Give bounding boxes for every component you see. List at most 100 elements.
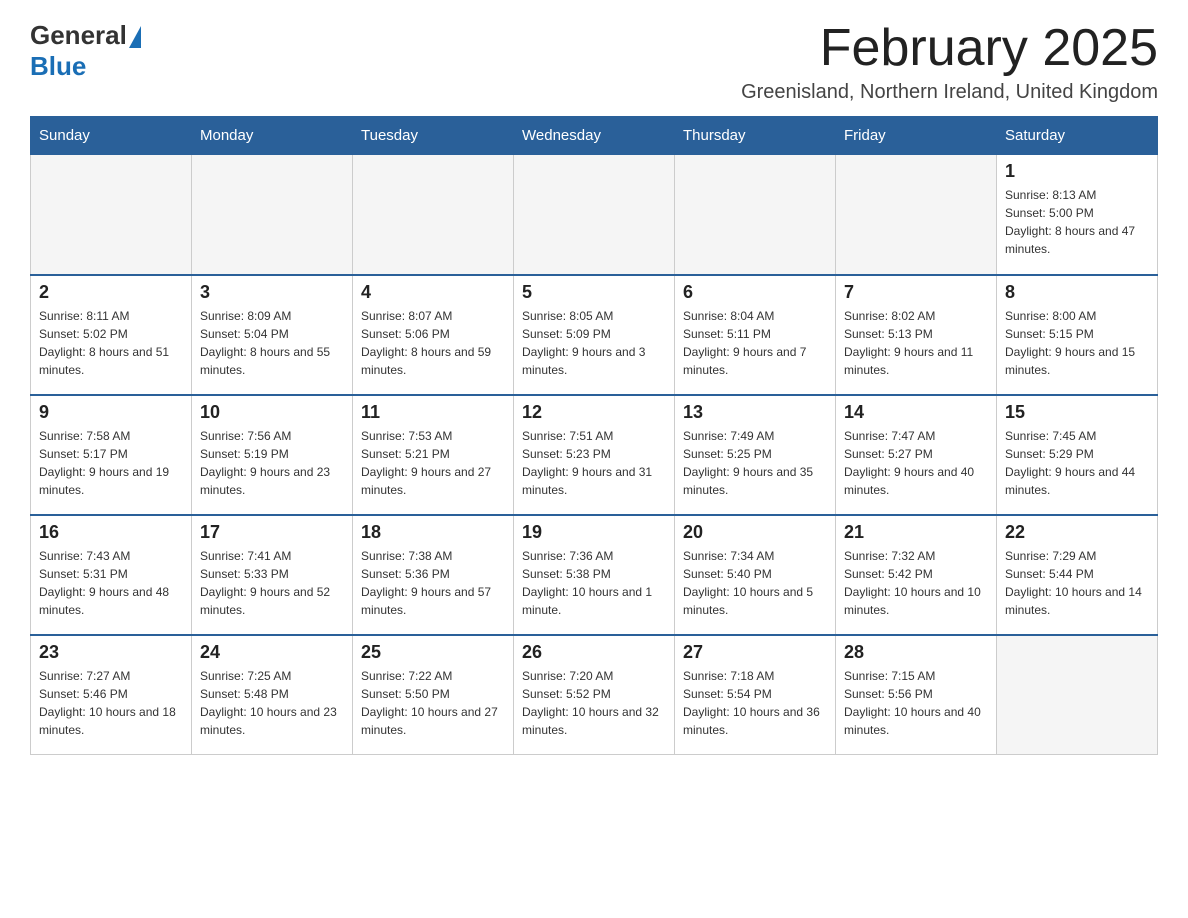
day-number: 12 <box>522 402 666 423</box>
day-info: Sunrise: 8:09 AMSunset: 5:04 PMDaylight:… <box>200 307 344 379</box>
day-info: Sunrise: 8:11 AMSunset: 5:02 PMDaylight:… <box>39 307 183 379</box>
day-info: Sunrise: 7:49 AMSunset: 5:25 PMDaylight:… <box>683 427 827 499</box>
calendar-day-cell: 26 Sunrise: 7:20 AMSunset: 5:52 PMDayligh… <box>514 635 675 755</box>
day-number: 20 <box>683 522 827 543</box>
day-info: Sunrise: 8:13 AMSunset: 5:00 PMDaylight:… <box>1005 186 1149 258</box>
day-info: Sunrise: 7:47 AMSunset: 5:27 PMDaylight:… <box>844 427 988 499</box>
calendar-day-cell: 1 Sunrise: 8:13 AMSunset: 5:00 PMDaylight… <box>997 155 1158 275</box>
day-number: 22 <box>1005 522 1149 543</box>
day-of-week-header: Sunday <box>31 117 192 155</box>
day-number: 3 <box>200 282 344 303</box>
day-info: Sunrise: 7:18 AMSunset: 5:54 PMDaylight:… <box>683 667 827 739</box>
calendar-day-cell: 3 Sunrise: 8:09 AMSunset: 5:04 PMDaylight… <box>192 275 353 395</box>
day-info: Sunrise: 7:45 AMSunset: 5:29 PMDaylight:… <box>1005 427 1149 499</box>
logo-blue-text: Blue <box>30 51 86 82</box>
calendar-day-cell: 14Sunrise: 7:47 AMSunset: 5:27 PMDayligh… <box>836 395 997 515</box>
calendar-day-cell: 4 Sunrise: 8:07 AMSunset: 5:06 PMDaylight… <box>353 275 514 395</box>
day-number: 5 <box>522 282 666 303</box>
day-number: 7 <box>844 282 988 303</box>
calendar-day-cell <box>353 155 514 275</box>
calendar-table: SundayMondayTuesdayWednesdayThursdayFrid… <box>30 116 1158 755</box>
day-number: 11 <box>361 402 505 423</box>
day-info: Sunrise: 7:29 AMSunset: 5:44 PMDaylight:… <box>1005 547 1149 619</box>
day-number: 23 <box>39 642 183 663</box>
day-number: 1 <box>1005 161 1149 182</box>
day-number: 18 <box>361 522 505 543</box>
calendar-day-cell: 6 Sunrise: 8:04 AMSunset: 5:11 PMDaylight… <box>675 275 836 395</box>
calendar-header-row: SundayMondayTuesdayWednesdayThursdayFrid… <box>31 117 1158 155</box>
day-info: Sunrise: 8:05 AMSunset: 5:09 PMDaylight:… <box>522 307 666 379</box>
logo: General Blue <box>30 20 141 82</box>
calendar-day-cell: 22 Sunrise: 7:29 AMSunset: 5:44 PMDayligh… <box>997 515 1158 635</box>
calendar-day-cell <box>192 155 353 275</box>
calendar-day-cell: 13Sunrise: 7:49 AMSunset: 5:25 PMDayligh… <box>675 395 836 515</box>
calendar-day-cell <box>514 155 675 275</box>
day-info: Sunrise: 7:56 AMSunset: 5:19 PMDaylight:… <box>200 427 344 499</box>
day-info: Sunrise: 7:27 AMSunset: 5:46 PMDaylight:… <box>39 667 183 739</box>
day-info: Sunrise: 7:20 AMSunset: 5:52 PMDaylight:… <box>522 667 666 739</box>
title-section: February 2025 Greenisland, Northern Irel… <box>741 20 1158 104</box>
day-info: Sunrise: 7:22 AMSunset: 5:50 PMDaylight:… <box>361 667 505 739</box>
day-info: Sunrise: 7:43 AMSunset: 5:31 PMDaylight:… <box>39 547 183 619</box>
day-number: 17 <box>200 522 344 543</box>
month-title: February 2025 <box>741 20 1158 77</box>
day-info: Sunrise: 7:15 AMSunset: 5:56 PMDaylight:… <box>844 667 988 739</box>
calendar-day-cell: 16Sunrise: 7:43 AMSunset: 5:31 PMDayligh… <box>31 515 192 635</box>
day-info: Sunrise: 7:58 AMSunset: 5:17 PMDaylight:… <box>39 427 183 499</box>
calendar-day-cell: 24 Sunrise: 7:25 AMSunset: 5:48 PMDayligh… <box>192 635 353 755</box>
calendar-day-cell: 8 Sunrise: 8:00 AMSunset: 5:15 PMDaylight… <box>997 275 1158 395</box>
calendar-day-cell: 7 Sunrise: 8:02 AMSunset: 5:13 PMDaylight… <box>836 275 997 395</box>
page-header: General Blue February 2025 Greenisland, … <box>30 20 1158 104</box>
day-number: 9 <box>39 402 183 423</box>
day-number: 27 <box>683 642 827 663</box>
calendar-week-row: 2 Sunrise: 8:11 AMSunset: 5:02 PMDaylight… <box>31 275 1158 395</box>
calendar-day-cell <box>997 635 1158 755</box>
calendar-day-cell: 2 Sunrise: 8:11 AMSunset: 5:02 PMDaylight… <box>31 275 192 395</box>
day-number: 4 <box>361 282 505 303</box>
calendar-day-cell: 11 Sunrise: 7:53 AMSunset: 5:21 PMDayligh… <box>353 395 514 515</box>
day-number: 19 <box>522 522 666 543</box>
calendar-day-cell <box>31 155 192 275</box>
day-number: 10 <box>200 402 344 423</box>
day-info: Sunrise: 7:53 AMSunset: 5:21 PMDaylight:… <box>361 427 505 499</box>
calendar-day-cell: 23 Sunrise: 7:27 AMSunset: 5:46 PMDayligh… <box>31 635 192 755</box>
calendar-day-cell: 21Sunrise: 7:32 AMSunset: 5:42 PMDayligh… <box>836 515 997 635</box>
calendar-day-cell: 17 Sunrise: 7:41 AMSunset: 5:33 PMDayligh… <box>192 515 353 635</box>
day-number: 25 <box>361 642 505 663</box>
day-of-week-header: Wednesday <box>514 117 675 155</box>
calendar-day-cell: 12 Sunrise: 7:51 AMSunset: 5:23 PMDayligh… <box>514 395 675 515</box>
day-of-week-header: Monday <box>192 117 353 155</box>
day-of-week-header: Saturday <box>997 117 1158 155</box>
day-info: Sunrise: 7:51 AMSunset: 5:23 PMDaylight:… <box>522 427 666 499</box>
calendar-week-row: 16Sunrise: 7:43 AMSunset: 5:31 PMDayligh… <box>31 515 1158 635</box>
calendar-day-cell: 19 Sunrise: 7:36 AMSunset: 5:38 PMDayligh… <box>514 515 675 635</box>
calendar-day-cell: 27 Sunrise: 7:18 AMSunset: 5:54 PMDayligh… <box>675 635 836 755</box>
day-info: Sunrise: 7:36 AMSunset: 5:38 PMDaylight:… <box>522 547 666 619</box>
day-number: 8 <box>1005 282 1149 303</box>
calendar-day-cell: 15 Sunrise: 7:45 AMSunset: 5:29 PMDayligh… <box>997 395 1158 515</box>
day-number: 24 <box>200 642 344 663</box>
calendar-day-cell: 9 Sunrise: 7:58 AMSunset: 5:17 PMDaylight… <box>31 395 192 515</box>
day-info: Sunrise: 7:38 AMSunset: 5:36 PMDaylight:… <box>361 547 505 619</box>
day-number: 6 <box>683 282 827 303</box>
calendar-day-cell: 10 Sunrise: 7:56 AMSunset: 5:19 PMDayligh… <box>192 395 353 515</box>
day-number: 28 <box>844 642 988 663</box>
calendar-week-row: 1 Sunrise: 8:13 AMSunset: 5:00 PMDaylight… <box>31 155 1158 275</box>
logo-triangle-icon <box>129 26 141 48</box>
day-info: Sunrise: 8:04 AMSunset: 5:11 PMDaylight:… <box>683 307 827 379</box>
day-info: Sunrise: 7:25 AMSunset: 5:48 PMDaylight:… <box>200 667 344 739</box>
logo-general-text: General <box>30 20 127 51</box>
day-info: Sunrise: 8:07 AMSunset: 5:06 PMDaylight:… <box>361 307 505 379</box>
location-text: Greenisland, Northern Ireland, United Ki… <box>741 81 1158 104</box>
day-number: 15 <box>1005 402 1149 423</box>
calendar-day-cell: 5 Sunrise: 8:05 AMSunset: 5:09 PMDaylight… <box>514 275 675 395</box>
day-info: Sunrise: 8:02 AMSunset: 5:13 PMDaylight:… <box>844 307 988 379</box>
day-info: Sunrise: 7:41 AMSunset: 5:33 PMDaylight:… <box>200 547 344 619</box>
day-of-week-header: Tuesday <box>353 117 514 155</box>
day-number: 26 <box>522 642 666 663</box>
day-info: Sunrise: 7:32 AMSunset: 5:42 PMDaylight:… <box>844 547 988 619</box>
day-of-week-header: Friday <box>836 117 997 155</box>
day-info: Sunrise: 8:00 AMSunset: 5:15 PMDaylight:… <box>1005 307 1149 379</box>
calendar-day-cell: 18 Sunrise: 7:38 AMSunset: 5:36 PMDayligh… <box>353 515 514 635</box>
day-number: 2 <box>39 282 183 303</box>
